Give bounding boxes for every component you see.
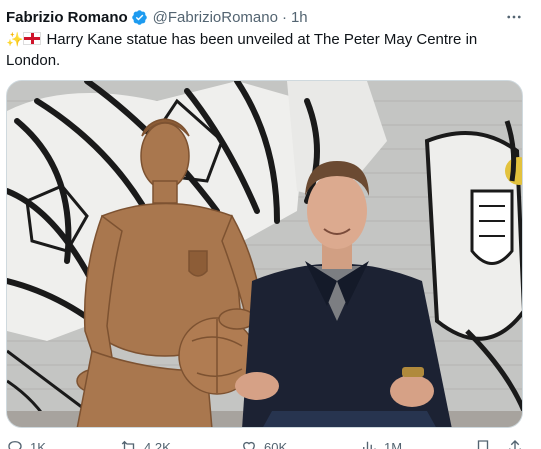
sparkles-icon: ✨ [6,31,24,47]
like-button[interactable]: 60K [240,438,287,449]
reply-button[interactable]: 1K [6,438,46,449]
bookmark-icon [477,440,489,449]
photo-illustration [7,81,522,427]
tweet-text: Harry Kane statue has been unveiled at T… [6,31,478,69]
bookmark-button[interactable] [474,438,498,449]
more-options-icon[interactable] [505,8,523,26]
reply-count: 1K [30,439,46,449]
views-button[interactable]: 1M [360,438,402,449]
tweet[interactable]: Fabrizio Romano @FabrizioRomano · 1h ✨ Ha… [0,0,541,449]
share-button[interactable] [506,438,530,449]
tweet-timestamp[interactable]: 1h [291,9,308,26]
england-flag-icon [23,32,42,45]
verified-badge-icon [131,9,147,25]
share-icon [509,440,521,449]
views-icon [363,441,376,449]
retweet-icon [121,440,135,449]
like-icon [243,441,255,449]
tweet-header: Fabrizio Romano @FabrizioRomano · 1h [6,6,531,28]
author-handle[interactable]: @FabrizioRomano [153,9,278,26]
tweet-photo[interactable] [6,80,523,428]
views-count: 1M [384,439,403,449]
reply-icon [8,441,22,449]
like-count: 60K [264,439,288,449]
tweet-actions: 1K 4.2K 60K 1M [0,438,541,449]
author-name[interactable]: Fabrizio Romano [6,9,128,26]
separator-dot: · [281,8,287,26]
tweet-text-container: ✨ Harry Kane statue has been unveiled at … [6,29,506,71]
retweet-button[interactable]: 4.2K [120,438,171,449]
retweet-count: 4.2K [144,439,171,449]
